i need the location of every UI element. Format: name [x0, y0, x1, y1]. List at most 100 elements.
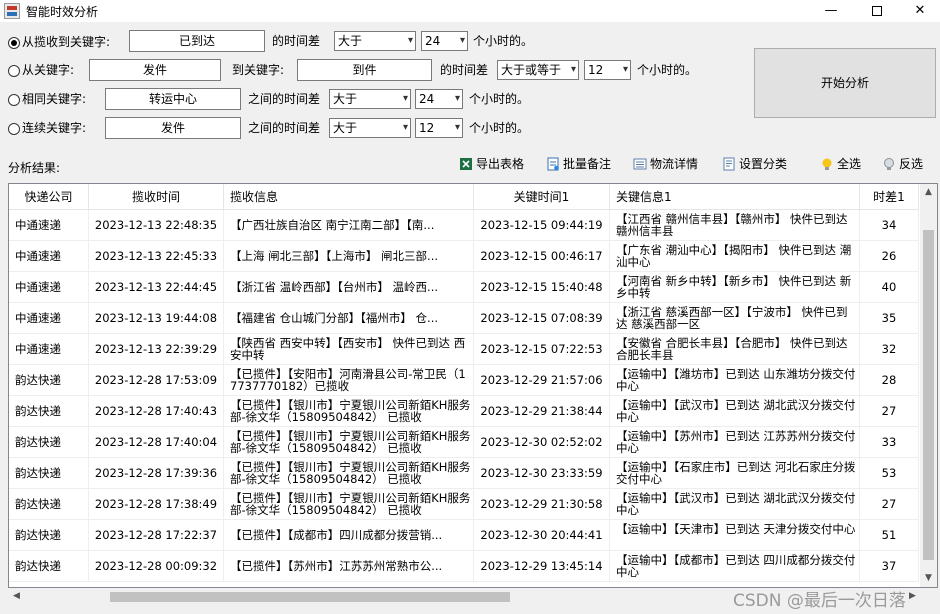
radio-keyword-to-keyword[interactable] [8, 64, 20, 77]
table-header: 快递公司 揽收时间 揽收信息 关键时间1 关键信息1 时差1 [9, 184, 919, 210]
cell-pickup-time: 2023-12-13 19:44:08 [89, 303, 224, 334]
hours-select[interactable]: 24 ▾ [421, 31, 468, 51]
cell-pickup-info: 【已揽件】【银川市】宁夏银川公司新銆KH服务部-徐文华（15809504842）… [224, 489, 474, 520]
to-keyword-label: 到关键字: [232, 63, 285, 77]
cell-company: 韵达快递 [9, 458, 89, 489]
option-keyword-to-keyword[interactable]: 从关键字: [8, 59, 74, 81]
close-button[interactable]: ✕ [900, 0, 940, 22]
to-keyword-input[interactable]: 到件 [297, 59, 432, 81]
table-row[interactable]: 韵达快递 2023-12-28 17:38:49 【已揽件】【银川市】宁夏银川公司新… [9, 489, 919, 520]
vertical-scrollbar[interactable]: ▲ ▼ [920, 184, 937, 587]
cell-company: 韵达快递 [9, 520, 89, 551]
cell-pickup-info: 【福建省 仓山城门分部】【福州市】 仓... [224, 303, 474, 334]
table-row[interactable]: 中通速递 2023-12-13 22:45:33 【上海 闸北三部】【上海市】 闸北… [9, 241, 919, 272]
cell-pickup-info: 【浙江省 温岭西部】【台州市】 温岭西... [224, 272, 474, 303]
hours-unit-label: 个小时的。 [473, 34, 534, 48]
comparison-value: 大于 [338, 34, 363, 48]
table-row[interactable]: 韵达快递 2023-12-28 17:39:36 【已揽件】【银川市】宁夏银川公司新… [9, 458, 919, 489]
minimize-button[interactable]: — [808, 0, 854, 22]
cell-pickup-time: 2023-12-28 17:53:09 [89, 365, 224, 396]
table-row[interactable]: 韵达快递 2023-12-28 17:40:43 【已揽件】【银川市】宁夏银川公司新… [9, 396, 919, 427]
cell-company: 中通速递 [9, 272, 89, 303]
horizontal-scroll-thumb[interactable] [110, 592, 510, 602]
comparison-select[interactable]: 大于或等于 ▾ [497, 60, 579, 80]
comparison-select[interactable]: 大于 ▾ [334, 31, 416, 51]
table-row[interactable]: 中通速递 2023-12-13 22:44:45 【浙江省 温岭西部】【台州市】 温… [9, 272, 919, 303]
vertical-scroll-thumb[interactable] [923, 230, 934, 560]
cell-time-diff: 35 [860, 303, 919, 334]
column-header-key-info[interactable]: 关键信息1 [610, 184, 860, 210]
table-row[interactable]: 韵达快递 2023-12-28 00:09:32 【已揽件】【苏州市】江苏苏州常熟市… [9, 551, 919, 582]
table-row[interactable]: 中通速递 2023-12-13 22:39:29 【陕西省 西安中转】【西安市】 快… [9, 334, 919, 365]
time-diff-label: 的时间差 [440, 63, 489, 77]
hours-select[interactable]: 24 ▾ [415, 89, 463, 109]
from-keyword-input[interactable]: 发件 [89, 59, 221, 81]
comparison-select[interactable]: 大于 ▾ [329, 89, 411, 109]
comparison-value: 大于 [333, 92, 358, 106]
cell-time-diff: 28 [860, 365, 919, 396]
scroll-up-icon[interactable]: ▲ [920, 184, 937, 201]
cell-key-info: 【运输中】【石家庄市】已到达 河北石家庄分拨交付中心 [610, 458, 860, 489]
maximize-button[interactable] [854, 0, 900, 22]
radio-consecutive-keyword[interactable] [8, 122, 20, 135]
cell-key-info: 【运输中】【天津市】已到达 天津分拨交付中心 [610, 520, 860, 551]
column-header-pickup-time[interactable]: 揽收时间 [89, 184, 224, 210]
cell-company: 韵达快递 [9, 427, 89, 458]
select-all-button[interactable]: 全选 [820, 154, 861, 174]
option-same-keyword[interactable]: 相同关键字: [8, 88, 86, 110]
batch-note-button[interactable]: 批量备注 [546, 154, 611, 174]
column-header-key-time[interactable]: 关键时间1 [474, 184, 610, 210]
cell-pickup-time: 2023-12-13 22:45:33 [89, 241, 224, 272]
cell-key-info: 【江西省 赣州信丰县】【赣州市】 快件已到达 赣州信丰县 [610, 210, 860, 241]
cell-key-time: 2023-12-30 02:52:02 [474, 427, 610, 458]
table-row[interactable]: 韵达快递 2023-12-28 17:53:09 【已揽件】【安阳市】河南滑县公司-… [9, 365, 919, 396]
invert-selection-button[interactable]: 反选 [882, 154, 923, 174]
cell-pickup-time: 2023-12-28 17:39:36 [89, 458, 224, 489]
results-table[interactable]: 快递公司 揽收时间 揽收信息 关键时间1 关键信息1 时差1 中通速递 2023-… [8, 183, 938, 588]
cell-key-time: 2023-12-30 20:44:41 [474, 520, 610, 551]
table-row[interactable]: 韵达快递 2023-12-28 17:22:37 【已揽件】【成都市】四川成都分拨营… [9, 520, 919, 551]
radio-pickup-to-keyword[interactable] [8, 36, 20, 49]
keyword-input[interactable]: 发件 [105, 117, 241, 139]
export-table-button[interactable]: 导出表格 [459, 154, 524, 174]
radio-same-keyword[interactable] [8, 93, 20, 106]
keyword-input[interactable]: 转运中心 [105, 88, 241, 110]
cell-pickup-time: 2023-12-28 00:09:32 [89, 551, 224, 582]
hours-select[interactable]: 12 ▾ [415, 118, 463, 138]
table-row[interactable]: 中通速递 2023-12-13 19:44:08 【福建省 仓山城门分部】【福州市】… [9, 303, 919, 334]
cell-key-info: 【运输中】【潍坊市】已到达 山东潍坊分拨交付中心 [610, 365, 860, 396]
logistics-detail-button[interactable]: 物流详情 [633, 154, 698, 174]
column-header-pickup-info[interactable]: 揽收信息 [224, 184, 474, 210]
scroll-right-icon[interactable]: ▶ [904, 588, 921, 605]
option-consecutive-keyword[interactable]: 连续关键字: [8, 117, 86, 139]
hours-value: 24 [425, 34, 441, 48]
hours-unit-label: 个小时的。 [469, 92, 530, 106]
cell-pickup-time: 2023-12-13 22:39:29 [89, 334, 224, 365]
cell-time-diff: 40 [860, 272, 919, 303]
cell-key-time: 2023-12-15 09:44:19 [474, 210, 610, 241]
maximize-icon [872, 5, 882, 16]
hours-unit-label: 个小时的。 [637, 63, 698, 77]
option-pickup-to-keyword[interactable]: 从揽收到关键字: [8, 31, 110, 53]
hours-value: 12 [588, 63, 604, 77]
bulb-icon [822, 158, 832, 170]
chevron-down-icon: ▾ [402, 93, 408, 104]
keyword-input[interactable]: 已到达 [129, 30, 265, 52]
comparison-value: 大于 [333, 121, 358, 135]
table-row[interactable]: 韵达快递 2023-12-28 17:40:04 【已揽件】【银川市】宁夏银川公司新… [9, 427, 919, 458]
hours-select[interactable]: 12 ▾ [584, 60, 631, 80]
option-label: 从关键字: [22, 63, 75, 77]
column-header-time-diff[interactable]: 时差1 [860, 184, 919, 210]
scroll-left-icon[interactable]: ◀ [8, 588, 25, 605]
cell-key-time: 2023-12-15 00:46:17 [474, 241, 610, 272]
cell-pickup-time: 2023-12-28 17:40:04 [89, 427, 224, 458]
set-category-button[interactable]: 设置分类 [722, 154, 787, 174]
table-row[interactable]: 中通速递 2023-12-13 22:48:35 【广西壮族自治区 南宁江南二部】【… [9, 210, 919, 241]
cell-time-diff: 51 [860, 520, 919, 551]
scroll-down-icon[interactable]: ▼ [920, 570, 937, 587]
cell-pickup-info: 【已揽件】【苏州市】江苏苏州常熟市公... [224, 551, 474, 582]
comparison-select[interactable]: 大于 ▾ [329, 118, 411, 138]
column-header-company[interactable]: 快递公司 [9, 184, 89, 210]
cell-key-info: 【广东省 潮汕中心】【揭阳市】 快件已到达 潮汕中心 [610, 241, 860, 272]
start-analysis-button[interactable]: 开始分析 [754, 48, 936, 118]
